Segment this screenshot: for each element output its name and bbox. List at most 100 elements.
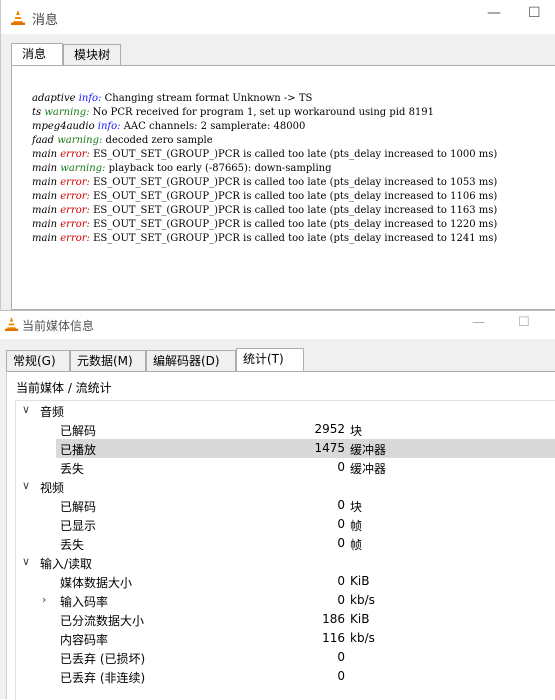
- tree-item[interactable]: 内容码率 116 kb/s: [16, 629, 555, 648]
- message-log[interactable]: adaptive info: Changing stream format Un…: [11, 65, 555, 310]
- chevron-down-icon[interactable]: ∨: [22, 403, 30, 416]
- tree-item-value: 1475: [314, 441, 345, 455]
- tab-messages[interactable]: 消息: [11, 43, 63, 66]
- tree-item-label: 已丢弃 (已损坏): [60, 652, 146, 666]
- tree-item-label: 输入码率: [60, 595, 109, 609]
- tree-item-label: 已丢弃 (非连续): [60, 671, 146, 685]
- tree-group[interactable]: ∨ 输入/读取: [16, 553, 555, 572]
- tab-codec[interactable]: 编解码器(D): [146, 350, 236, 371]
- log-source: main: [32, 191, 61, 202]
- log-level: error:: [60, 149, 90, 160]
- log-line: mpeg4audio info: AAC channels: 2 sampler…: [32, 121, 305, 132]
- tree-item-label: 已解码: [60, 500, 97, 514]
- tree-item-value: 0: [337, 593, 345, 607]
- tree-item-unit: kb/s: [350, 631, 375, 645]
- log-line: main error: ES_OUT_SET_(GROUP_)PCR is ca…: [32, 149, 497, 160]
- tree-item-value: 0: [337, 460, 345, 474]
- minimize-button[interactable]: —: [487, 5, 501, 21]
- tree-item-unit: kb/s: [350, 593, 375, 607]
- tree-item-value: 0: [337, 536, 345, 550]
- statistics-tree[interactable]: ∨ 音频 已解码 2952 块已播放 1475 缓冲器 丢失 0 缓冲器 ∨ 视频 已解码 0 块已显示 0 帧…: [15, 400, 555, 700]
- tab-module-tree[interactable]: 模块树: [63, 44, 121, 65]
- log-text: ES_OUT_SET_(GROUP_)PCR is called too lat…: [89, 191, 498, 202]
- log-level: error:: [60, 233, 90, 244]
- tree-item-unit: 帧: [350, 538, 363, 552]
- tree-item[interactable]: 已丢弃 (非连续) 0: [16, 667, 555, 686]
- maximize-button[interactable]: ☐: [528, 5, 541, 21]
- log-level: error:: [60, 219, 90, 230]
- log-text: ES_OUT_SET_(GROUP_)PCR is called too lat…: [89, 149, 498, 160]
- log-line: main error: ES_OUT_SET_(GROUP_)PCR is ca…: [32, 219, 497, 230]
- log-level: info:: [78, 93, 102, 104]
- maximize-button[interactable]: ☐: [518, 315, 530, 330]
- tree-item[interactable]: 已显示 0 帧: [16, 515, 555, 534]
- tree-group[interactable]: ∨ 音频: [16, 401, 555, 420]
- tree-item-label: 已解码: [60, 424, 97, 438]
- vlc-cone-icon: [4, 316, 19, 335]
- tree-item[interactable]: 已解码 0 块: [16, 496, 555, 515]
- tree-item-label: 已显示: [60, 519, 97, 533]
- log-source: main: [32, 149, 61, 160]
- tab-general[interactable]: 常规(G): [6, 350, 70, 371]
- tree-item-unit: 帧: [350, 519, 363, 533]
- tree-item[interactable]: 媒体数据大小 0 KiB: [16, 572, 555, 591]
- tree-item[interactable]: 已丢弃 (已损坏) 0: [16, 648, 555, 667]
- chevron-down-icon[interactable]: ∨: [22, 555, 30, 568]
- log-line: main warning: playback too early (-87665…: [32, 163, 332, 174]
- tree-item[interactable]: › 输入码率 0 kb/s: [16, 591, 555, 610]
- tab-metadata[interactable]: 元数据(M): [70, 350, 146, 371]
- tree-item[interactable]: 丢失 0 缓冲器: [16, 458, 555, 477]
- log-source: main: [32, 219, 61, 230]
- tree-item-value: 0: [337, 574, 345, 588]
- log-text: ES_OUT_SET_(GROUP_)PCR is called too lat…: [89, 205, 498, 216]
- tree-item-value: 116: [322, 631, 345, 645]
- tree-item-value: 0: [337, 669, 345, 683]
- tree-item-unit: 缓冲器: [350, 462, 387, 476]
- log-line: adaptive info: Changing stream format Un…: [32, 93, 312, 104]
- tree-item[interactable]: 已解码 2952 块: [16, 420, 555, 439]
- tree-item-label: 媒体数据大小: [60, 576, 133, 590]
- tree-item-label: 内容码率: [60, 633, 109, 647]
- log-text: ES_OUT_SET_(GROUP_)PCR is called too lat…: [89, 219, 498, 230]
- log-line: ts warning: No PCR received for program …: [32, 107, 434, 118]
- messages-window-title: 消息: [32, 13, 59, 28]
- tree-item-value: 186: [322, 612, 345, 626]
- tree-group[interactable]: ∨ 视频: [16, 477, 555, 496]
- tree-item[interactable]: 已分流数据大小 186 KiB: [16, 610, 555, 629]
- tree-item[interactable]: 已播放 1475 缓冲器: [16, 439, 555, 458]
- tree-item-unit: 块: [350, 500, 363, 514]
- log-level: warning:: [44, 107, 90, 118]
- log-source: main: [32, 163, 61, 174]
- tree-group-label: 输入/读取: [40, 557, 93, 571]
- tree-item-unit: 缓冲器: [350, 443, 387, 457]
- tree-item-value: 0: [337, 650, 345, 664]
- messages-title-bar[interactable]: 消息 — ☐: [1, 0, 555, 34]
- log-level: warning:: [60, 163, 106, 174]
- log-source: adaptive: [32, 93, 79, 104]
- log-level: error:: [60, 205, 90, 216]
- log-level: error:: [60, 177, 90, 188]
- chevron-down-icon[interactable]: ∨: [22, 479, 30, 492]
- log-line: main error: ES_OUT_SET_(GROUP_)PCR is ca…: [32, 191, 497, 202]
- log-line: main error: ES_OUT_SET_(GROUP_)PCR is ca…: [32, 233, 497, 244]
- tree-item-value: 2952: [314, 422, 345, 436]
- log-source: main: [32, 205, 61, 216]
- media-info-window: 当前媒体信息 — ☐ 常规(G) 元数据(M) 编解码器(D) 统计(T) 当前…: [0, 310, 555, 700]
- selection-highlight: [56, 439, 555, 458]
- tab-statistics[interactable]: 统计(T): [236, 348, 304, 372]
- media-info-title-bar[interactable]: 当前媒体信息 — ☐: [0, 311, 555, 339]
- chevron-right-icon[interactable]: ›: [42, 593, 46, 606]
- messages-window: 消息 — ☐ 消息 模块树 adaptive info: Changing st…: [0, 0, 555, 310]
- tree-item[interactable]: 丢失 0 帧: [16, 534, 555, 553]
- log-line: faad warning: decoded zero sample: [32, 135, 213, 146]
- log-text: playback too early (-87665): down-sampli…: [105, 163, 332, 174]
- tree-item-unit: KiB: [350, 574, 370, 588]
- log-level: error:: [60, 191, 90, 202]
- log-source: main: [32, 233, 61, 244]
- log-line: main error: ES_OUT_SET_(GROUP_)PCR is ca…: [32, 177, 497, 188]
- log-line: main error: ES_OUT_SET_(GROUP_)PCR is ca…: [32, 205, 497, 216]
- breadcrumb: 当前媒体 / 流统计: [16, 381, 112, 395]
- tree-item-label: 已分流数据大小: [60, 614, 145, 628]
- minimize-button[interactable]: —: [472, 315, 485, 330]
- statistics-panel: 当前媒体 / 流统计 ∨ 音频 已解码 2952 块已播放 1475 缓冲器 丢失 0 缓冲器 ∨ 视…: [6, 371, 555, 700]
